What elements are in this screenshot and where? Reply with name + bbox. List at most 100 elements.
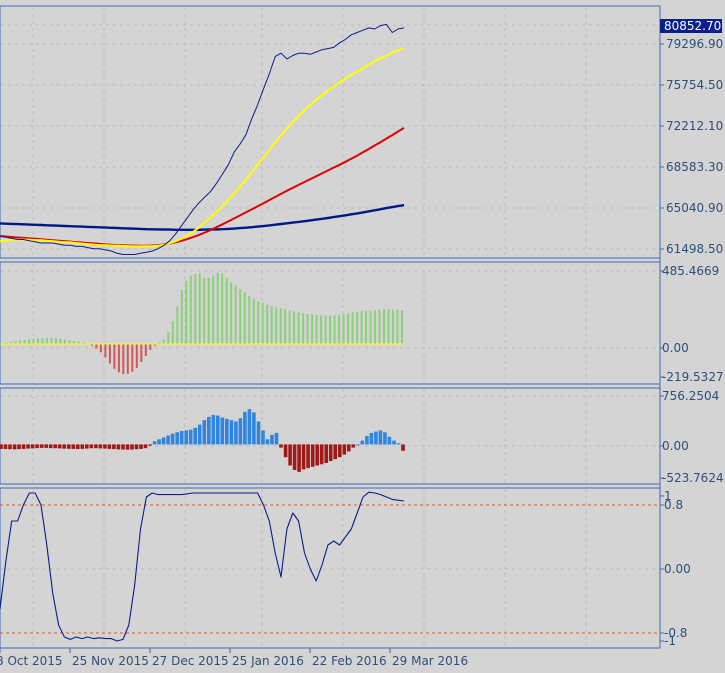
macd-bar <box>225 418 229 445</box>
macd-bar <box>265 439 270 445</box>
macd-bar <box>270 434 274 445</box>
price-scale-label: 65040.90 <box>666 201 723 215</box>
macd-bar <box>48 444 53 449</box>
time-axis-label: 8 Oct 2015 <box>0 654 63 668</box>
macd-bar <box>67 444 71 449</box>
macd-bar <box>279 444 283 448</box>
current-price-label: 80852.70 <box>664 19 721 33</box>
macd-bar <box>202 420 207 445</box>
trading-chart[interactable]: 79296.90 75754.50 72212.10 68583.30 65040.90… <box>0 0 725 673</box>
macd-bar <box>243 411 247 445</box>
macd-bar <box>238 418 243 445</box>
macd-bar <box>306 444 310 469</box>
time-axis-label: 22 Feb 2016 <box>312 654 387 668</box>
macd-bar <box>351 444 356 448</box>
macd-bar <box>401 444 405 451</box>
macd-bar <box>184 430 188 445</box>
stochastic-panel[interactable] <box>0 491 660 642</box>
macd-bar <box>107 444 112 449</box>
time-axis-label: 29 Mar 2016 <box>392 654 468 668</box>
macd-bar <box>333 444 337 460</box>
time-axis-label: 25 Jan 2016 <box>232 654 304 668</box>
macd-bar <box>17 444 21 450</box>
macd-scale-label: 756.2504 <box>662 389 719 403</box>
macd-bar <box>112 444 116 450</box>
macd-bar <box>247 409 252 445</box>
macd-bar <box>3 444 8 449</box>
macd-bar <box>170 433 175 445</box>
macd-bar <box>12 444 17 450</box>
macd-bar <box>338 444 342 458</box>
oscillator-panel[interactable] <box>0 272 404 375</box>
price-scale-label: 72212.10 <box>666 119 723 133</box>
macd-bar <box>161 437 166 445</box>
macd-bar <box>383 432 387 445</box>
macd-bar <box>0 444 3 449</box>
macd-bar <box>292 444 297 470</box>
macd-bar <box>94 444 98 449</box>
macd-bar <box>387 436 392 445</box>
macd-bar <box>26 444 30 449</box>
macd-bar <box>103 444 107 449</box>
macd-bar <box>220 417 225 445</box>
macd-bar <box>378 430 383 445</box>
macd-bar <box>71 444 76 449</box>
macd-bar <box>53 444 57 449</box>
macd-bar <box>188 429 193 445</box>
time-axis-label: 27 Dec 2015 <box>152 654 229 668</box>
macd-bar <box>157 439 161 445</box>
macd-bar <box>148 444 152 446</box>
macd-bar <box>193 427 197 445</box>
macd-bar <box>139 444 143 449</box>
macd-bar <box>57 444 62 449</box>
macd-bar <box>89 444 94 449</box>
macd-bar <box>175 432 179 445</box>
macd-bar <box>98 444 103 449</box>
macd-bar <box>125 444 130 450</box>
oscillator-scale-label: -219.5327 <box>662 370 724 384</box>
macd-bar <box>35 444 39 449</box>
macd-bar <box>211 415 216 445</box>
current-price-tag: 80852.70 <box>660 19 722 33</box>
macd-bar <box>324 444 328 463</box>
macd-bar <box>116 444 121 450</box>
macd-bar <box>319 444 324 465</box>
macd-bar <box>396 443 401 445</box>
macd-bar <box>369 432 374 445</box>
macd-bar <box>80 444 85 449</box>
price-scale-label: 68583.30 <box>666 160 723 174</box>
price-scale-label: 75754.50 <box>666 78 723 92</box>
macd-bar <box>261 430 265 445</box>
macd-bar <box>229 420 234 445</box>
panel-border-stoch <box>0 487 661 649</box>
macd-bar <box>152 441 157 445</box>
time-axis: 8 Oct 2015 25 Nov 2015 27 Dec 2015 25 Jan 2… <box>0 648 468 668</box>
macd-bar <box>256 421 261 445</box>
macd-bar <box>121 444 125 450</box>
macd-bar <box>310 444 315 467</box>
macd-bar <box>197 424 202 445</box>
macd-bar <box>274 432 279 445</box>
macd-bar <box>143 444 148 449</box>
series-line-ma-mid <box>0 127 405 247</box>
macd-bar <box>207 416 211 445</box>
macd-bar <box>365 436 369 445</box>
macd-bar <box>44 444 48 448</box>
macd-bar <box>85 444 89 449</box>
macd-bar <box>356 444 360 446</box>
macd-bar <box>252 412 256 445</box>
macd-bar <box>347 444 351 452</box>
stochastic-scale-label: -1 <box>664 634 676 648</box>
macd-bar <box>301 444 306 470</box>
stochastic-scale-label: 0.00 <box>664 562 691 576</box>
price-scale-label: 61498.50 <box>666 242 723 256</box>
macd-bar <box>360 440 365 445</box>
macd-bar <box>30 444 35 449</box>
macd-bar <box>21 444 26 449</box>
macd-bar <box>216 415 220 445</box>
macd-panel[interactable] <box>0 409 405 472</box>
macd-bar <box>234 421 238 445</box>
time-axis-label: 25 Nov 2015 <box>72 654 149 668</box>
macd-bar <box>288 444 292 466</box>
macd-bar <box>130 444 134 450</box>
